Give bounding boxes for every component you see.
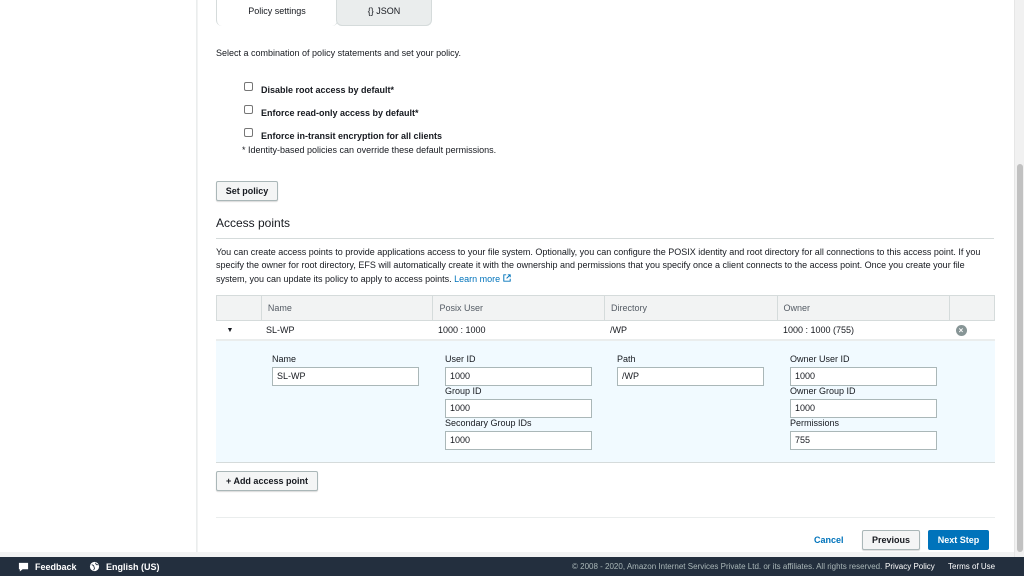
policy-intro: Select a combination of policy statement… <box>216 48 461 58</box>
access-points-heading: Access points <box>216 216 291 230</box>
secondary-group-ids-input[interactable]: 1000 <box>445 431 592 450</box>
path-input[interactable]: /WP <box>617 367 764 386</box>
disable-root-label: Disable root access by default* <box>261 84 395 95</box>
option-read-only: Enforce read-only access by default* <box>244 101 442 124</box>
path-label: Path <box>617 354 636 364</box>
row-owner: 1000 : 1000 (755) <box>783 325 855 335</box>
encryption-label: Enforce in-transit encryption for all cl… <box>261 130 443 141</box>
external-link-icon <box>503 274 511 282</box>
policy-note: * Identity-based policies can override t… <box>242 145 497 155</box>
table-row: ▼ SL-WP 1000 : 1000 /WP 1000 : 1000 (755… <box>216 321 995 340</box>
learn-more-label: Learn more <box>454 273 501 284</box>
secondary-group-ids-field-group: Secondary Group IDs 1000 <box>445 418 592 450</box>
language-label: English (US) <box>106 561 160 572</box>
main-content: Policy settings {} JSON Select a combina… <box>198 0 1014 552</box>
read-only-checkbox[interactable] <box>244 105 253 114</box>
expand-column-header <box>217 296 261 320</box>
tab-json[interactable]: {} JSON <box>336 0 432 26</box>
caret-down-icon[interactable]: ▼ <box>216 327 244 334</box>
remove-icon[interactable]: × <box>955 324 967 336</box>
table-header: Name Posix User Directory Owner <box>216 295 995 321</box>
wizard-divider <box>216 517 995 518</box>
cancel-button[interactable]: Cancel <box>814 535 844 545</box>
row-posix-user: 1000 : 1000 <box>438 325 486 335</box>
user-id-label: User ID <box>445 354 476 364</box>
access-points-description: You can create access points to provide … <box>216 246 996 286</box>
owner-user-id-label: Owner User ID <box>790 354 850 364</box>
actions-column-header <box>949 296 994 320</box>
option-encryption: Enforce in-transit encryption for all cl… <box>244 124 442 147</box>
name-label: Name <box>272 354 297 364</box>
row-actions: × <box>941 324 981 336</box>
name-input[interactable]: SL-WP <box>272 367 419 386</box>
name-field-group: Name SL-WP <box>272 354 419 386</box>
permissions-label: Permissions <box>790 418 840 428</box>
policy-options: Disable root access by default* Enforce … <box>244 78 442 147</box>
owner-user-id-input[interactable]: 1000 <box>790 367 937 386</box>
copyright-text: © 2008 - 2020, Amazon Internet Services … <box>572 562 883 571</box>
permissions-field-group: Permissions 755 <box>790 418 937 450</box>
owner-group-id-input[interactable]: 1000 <box>790 399 937 418</box>
option-disable-root: Disable root access by default* <box>244 78 442 101</box>
globe-icon <box>89 561 100 572</box>
previous-button[interactable]: Previous <box>862 530 920 550</box>
terms-of-use-link[interactable]: Terms of Use <box>948 562 995 571</box>
column-header-directory: Directory <box>603 296 777 320</box>
encryption-checkbox[interactable] <box>244 128 253 137</box>
disable-root-checkbox[interactable] <box>244 82 253 91</box>
read-only-label: Enforce read-only access by default* <box>261 107 419 118</box>
group-id-input[interactable]: 1000 <box>445 399 592 418</box>
owner-user-id-field-group: Owner User ID 1000 <box>790 354 937 386</box>
column-header-posix-user: Posix User <box>432 296 604 320</box>
row-directory: /WP <box>610 325 627 335</box>
console-footer: Feedback English (US) © 2008 - 2020, Ama… <box>0 557 1024 576</box>
left-pane <box>0 0 197 552</box>
group-id-label: Group ID <box>445 386 482 396</box>
path-field-group: Path /WP <box>617 354 764 386</box>
row-name: SL-WP <box>266 325 295 335</box>
access-point-detail-panel: Name SL-WP User ID 1000 Group ID 1000 Se… <box>216 340 995 463</box>
privacy-policy-link[interactable]: Privacy Policy <box>885 562 935 571</box>
tab-policy-settings[interactable]: Policy settings <box>216 0 338 26</box>
user-id-input[interactable]: 1000 <box>445 367 592 386</box>
group-id-field-group: Group ID 1000 <box>445 386 592 418</box>
feedback-button[interactable]: Feedback <box>18 561 77 572</box>
user-id-field-group: User ID 1000 <box>445 354 592 386</box>
column-header-owner: Owner <box>776 296 950 320</box>
access-points-table: Name Posix User Directory Owner ▼ SL-WP … <box>216 295 995 463</box>
permissions-input[interactable]: 755 <box>790 431 937 450</box>
feedback-icon <box>18 561 29 572</box>
add-access-point-button[interactable]: + Add access point <box>216 471 318 491</box>
access-points-description-text: You can create access points to provide … <box>216 247 981 284</box>
next-step-button[interactable]: Next Step <box>928 530 989 550</box>
set-policy-button[interactable]: Set policy <box>216 181 278 201</box>
policy-tabs: Policy settings {} JSON <box>216 0 432 26</box>
column-header-name: Name <box>260 296 433 320</box>
secondary-group-ids-label: Secondary Group IDs <box>445 418 532 428</box>
owner-group-id-label: Owner Group ID <box>790 386 856 396</box>
owner-group-id-field-group: Owner Group ID 1000 <box>790 386 937 418</box>
learn-more-link[interactable]: Learn more <box>454 274 511 284</box>
heading-divider <box>216 238 994 239</box>
scrollbar-thumb[interactable] <box>1017 164 1023 552</box>
feedback-label: Feedback <box>35 561 77 572</box>
vertical-scrollbar[interactable] <box>1014 0 1024 557</box>
language-selector[interactable]: English (US) <box>89 561 160 572</box>
